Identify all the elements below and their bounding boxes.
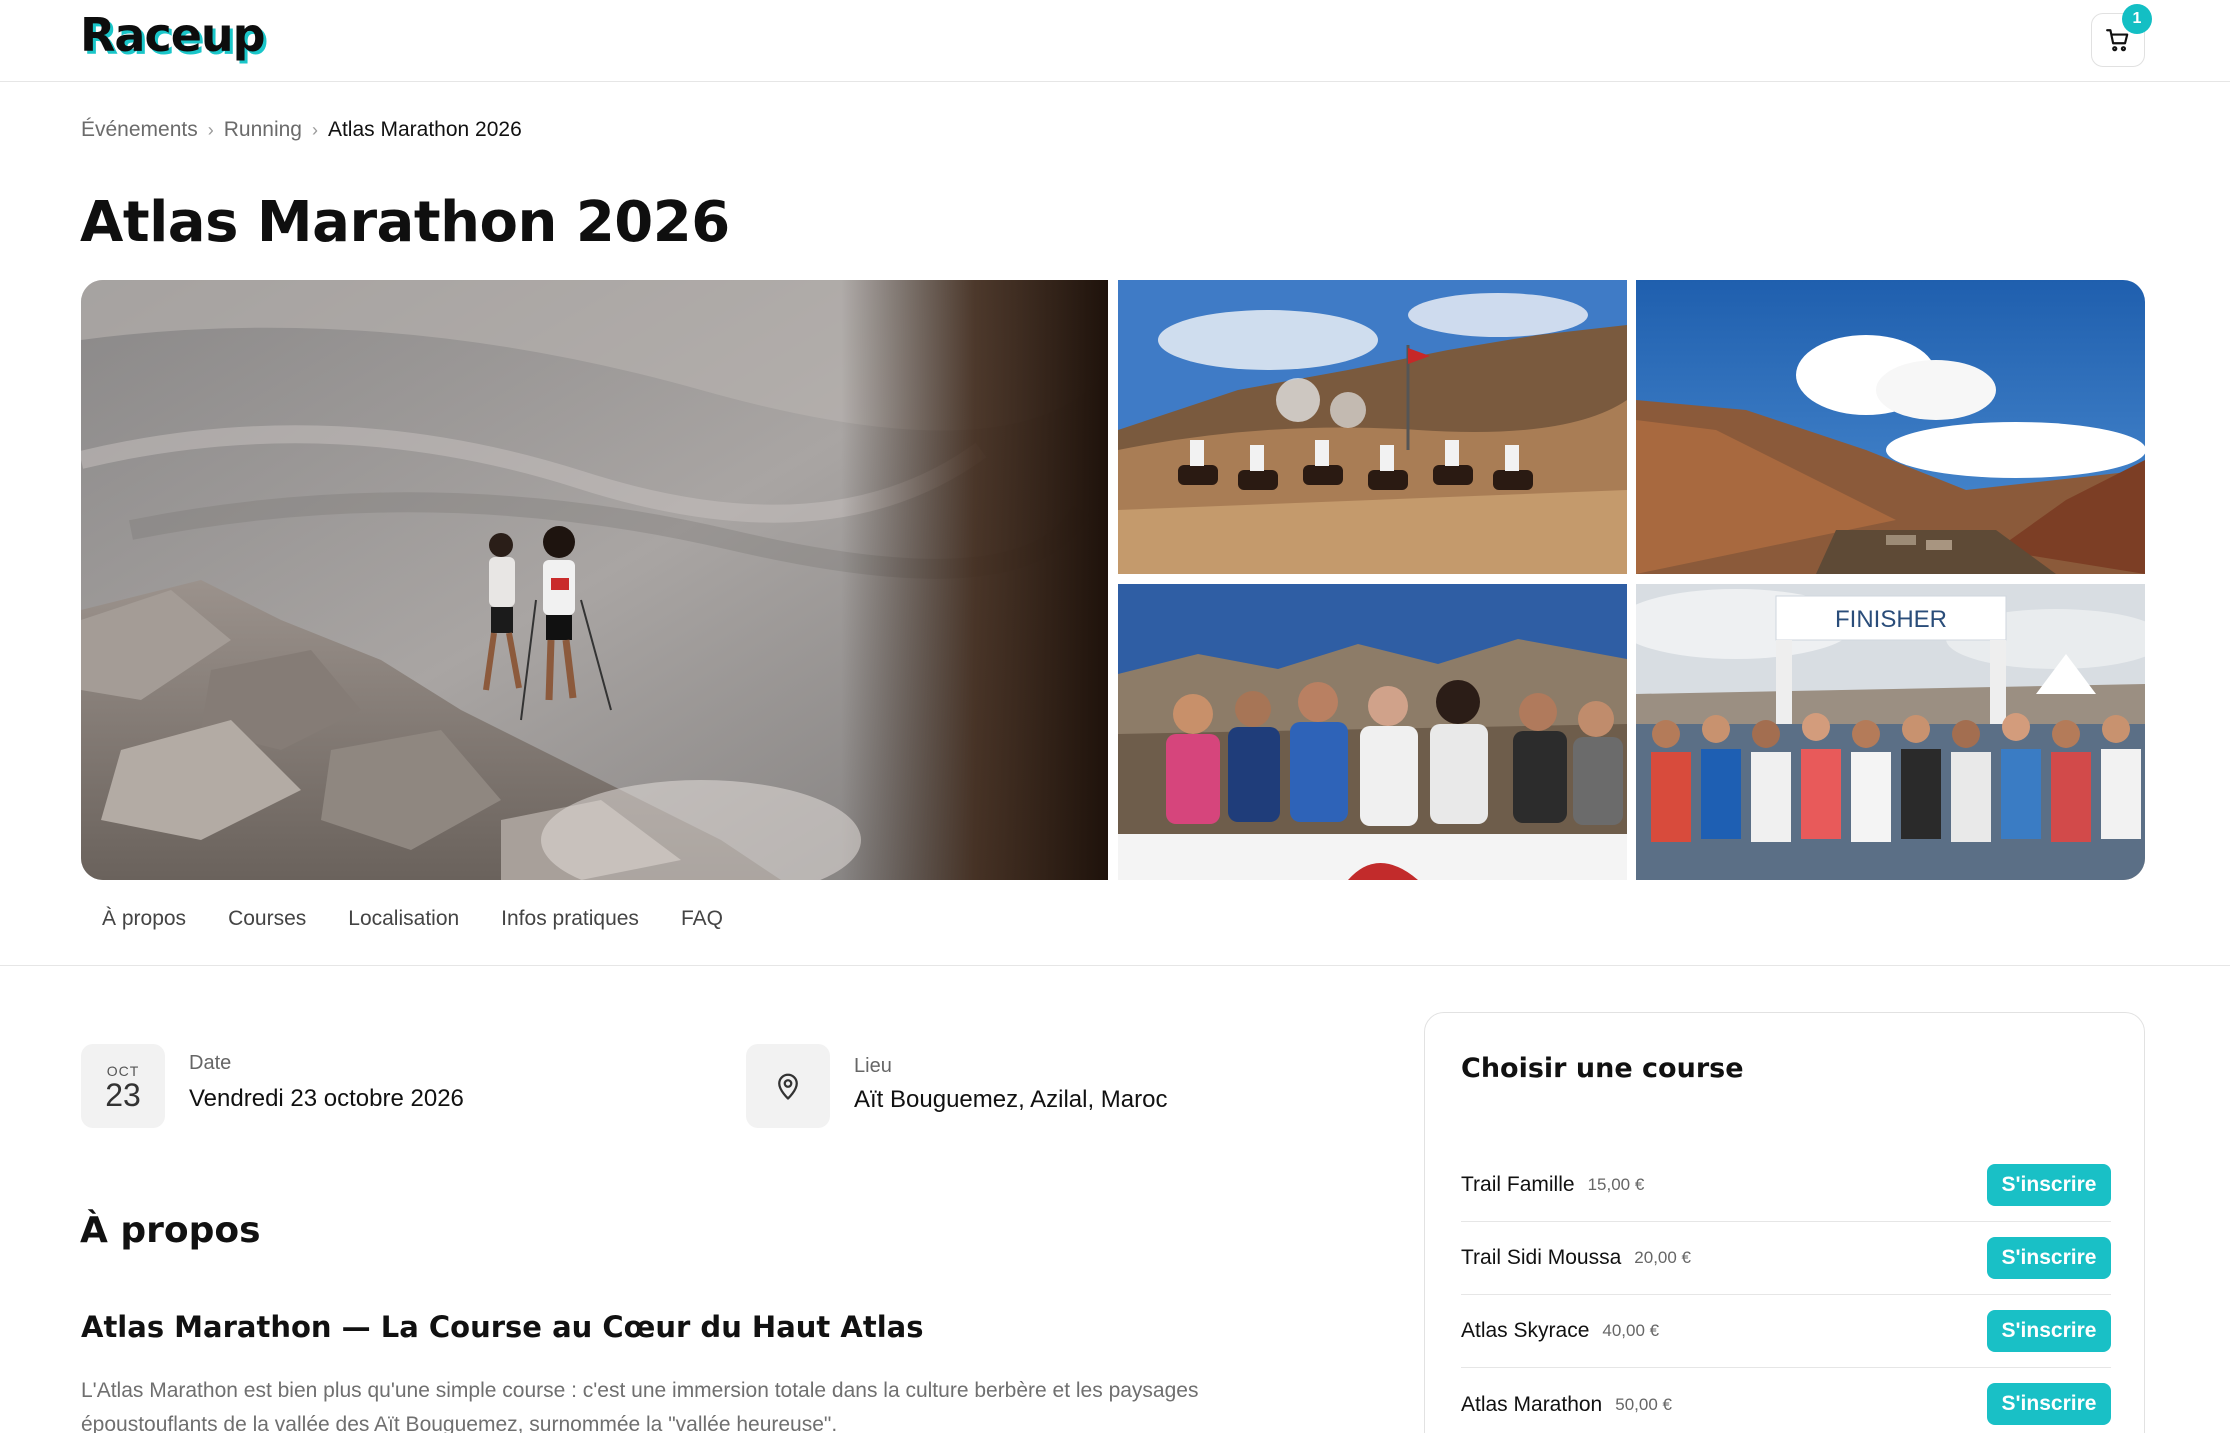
location-label: Lieu <box>854 1055 892 1077</box>
cart-count-badge: 1 <box>2122 4 2152 34</box>
cart-button[interactable]: 1 <box>2091 4 2152 67</box>
course-name: Trail Sidi Moussa <box>1461 1246 1622 1269</box>
location-value: Aït Bouguemez, Azilal, Maroc <box>854 1086 1168 1113</box>
date-value: Vendredi 23 octobre 2026 <box>189 1085 464 1112</box>
finisher-banner-text: FINISHER <box>1835 606 1947 633</box>
course-price: 50,00 € <box>1615 1394 1672 1414</box>
date-calendar-badge: OCT 23 <box>81 1044 165 1128</box>
breadcrumb: Événements › Running › Atlas Marathon 20… <box>81 118 522 142</box>
register-button-trail-sidi-moussa[interactable]: S'inscrire <box>1987 1237 2111 1279</box>
gallery-photo-valley[interactable] <box>1636 280 2145 574</box>
chevron-right-icon: › <box>311 119 318 140</box>
course-name: Trail Famille <box>1461 1173 1575 1196</box>
location-badge <box>746 1044 830 1128</box>
section-tabs: À propos Courses Localisation Infos prat… <box>81 895 744 945</box>
about-text: L'Atlas Marathon est bien plus qu'une si… <box>81 1379 1199 1433</box>
course-price: 40,00 € <box>1602 1321 1660 1340</box>
breadcrumb-running[interactable]: Running <box>224 118 302 142</box>
gallery-photo-main[interactable] <box>81 280 1108 880</box>
page-title: Atlas Marathon 2026 <box>80 190 730 255</box>
chevron-right-icon: › <box>207 119 214 140</box>
course-price: 15,00 € <box>1587 1175 1645 1194</box>
gallery-photo-runners[interactable] <box>1118 584 1627 880</box>
breadcrumb-current: Atlas Marathon 2026 <box>327 118 522 141</box>
register-button-atlas-marathon[interactable]: S'inscrire <box>1987 1383 2111 1425</box>
course-name: Atlas Skyrace <box>1461 1319 1590 1342</box>
tab-faq[interactable]: FAQ <box>660 895 744 945</box>
date-day: 23 <box>105 1077 141 1113</box>
raceup-logo[interactable]: Raceup <box>80 8 266 62</box>
photo-gallery: FINISHER <box>81 280 2145 880</box>
gallery-photo-finisher[interactable]: FINISHER <box>1636 584 2145 880</box>
course-row-trail-famille: Trail Famille 15,00 € S'inscrire <box>1461 1149 2111 1222</box>
about-heading: À propos <box>80 1210 261 1251</box>
course-row-trail-sidi-moussa: Trail Sidi Moussa 20,00 € S'inscrire <box>1461 1222 2111 1295</box>
gallery-photo-fantasia[interactable] <box>1118 280 1627 574</box>
panel-title: Choisir une course <box>1461 1053 1744 1084</box>
register-button-trail-famille[interactable]: S'inscrire <box>1987 1164 2111 1206</box>
tab-courses[interactable]: Courses <box>207 895 327 945</box>
tabs-divider <box>0 965 2230 966</box>
map-pin-icon <box>778 1073 798 1100</box>
tab-a-propos[interactable]: À propos <box>81 895 207 945</box>
date-label: Date <box>189 1052 232 1074</box>
course-row-atlas-skyrace: Atlas Skyrace 40,00 € S'inscrire <box>1461 1295 2111 1368</box>
breadcrumb-evenements[interactable]: Événements <box>81 118 198 142</box>
course-price: 20,00 € <box>1634 1248 1692 1267</box>
course-name: Atlas Marathon <box>1461 1392 1603 1416</box>
top-navbar: Raceup 1 <box>0 0 2230 82</box>
register-button-atlas-skyrace[interactable]: S'inscrire <box>1987 1310 2111 1352</box>
course-selection-panel: Choisir une course Trail Famille 15,00 €… <box>1424 1012 2145 1433</box>
course-row-atlas-marathon: Atlas Marathon 50,00 € S'inscrire <box>1461 1368 2111 1433</box>
about-subheading: Atlas Marathon — La Course au Cœur du Ha… <box>81 1310 924 1344</box>
tab-infos-pratiques[interactable]: Infos pratiques <box>480 895 660 945</box>
tab-localisation[interactable]: Localisation <box>327 895 480 945</box>
